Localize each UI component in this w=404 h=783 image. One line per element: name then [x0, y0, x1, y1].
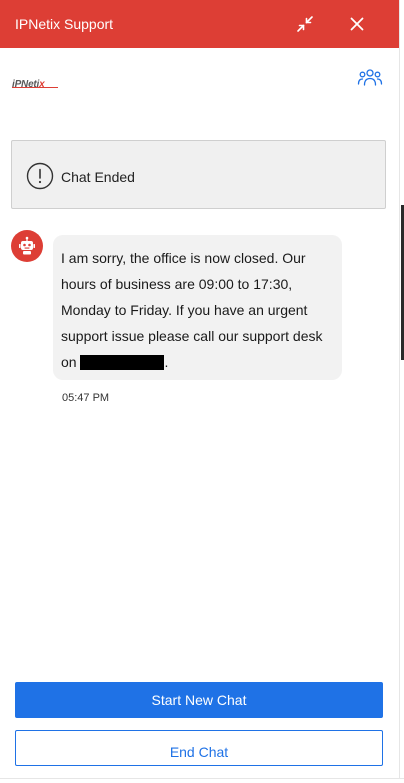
logo-text-main: iPNeti	[12, 79, 40, 90]
agents-button[interactable]	[356, 67, 384, 89]
robot-icon	[19, 236, 35, 255]
users-group-icon	[357, 69, 383, 86]
start-new-chat-button[interactable]: Start New Chat	[15, 682, 383, 718]
chat-title: IPNetix Support	[15, 16, 114, 32]
logo-underline	[12, 87, 58, 88]
chat-header: IPNetix Support	[0, 0, 399, 48]
bot-message-bubble: I am sorry, the office is now closed. Ou…	[53, 235, 342, 380]
logo-wordmark: iPNetix	[12, 79, 45, 90]
minimize-arrows-icon	[297, 16, 313, 32]
background-window-edge	[399, 0, 404, 783]
minimize-button[interactable]	[293, 12, 317, 36]
bot-message-suffix: .	[164, 354, 169, 370]
close-icon	[350, 17, 364, 31]
bot-message-text: I am sorry, the office is now closed. Ou…	[61, 250, 323, 370]
close-button[interactable]	[345, 12, 369, 36]
brand-logo: iPNetix	[12, 74, 62, 94]
chat-status-text: Chat Ended	[61, 169, 135, 185]
end-chat-button[interactable]: End Chat	[15, 730, 383, 766]
chat-status-banner: Chat Ended	[11, 140, 386, 209]
redacted-phone-number	[80, 355, 165, 370]
logo-text-accent: x	[39, 79, 45, 90]
message-timestamp: 05:47 PM	[62, 392, 110, 404]
exclamation-circle-icon	[26, 162, 54, 190]
background-window-bottom-edge	[0, 778, 404, 783]
bot-avatar	[11, 230, 43, 262]
